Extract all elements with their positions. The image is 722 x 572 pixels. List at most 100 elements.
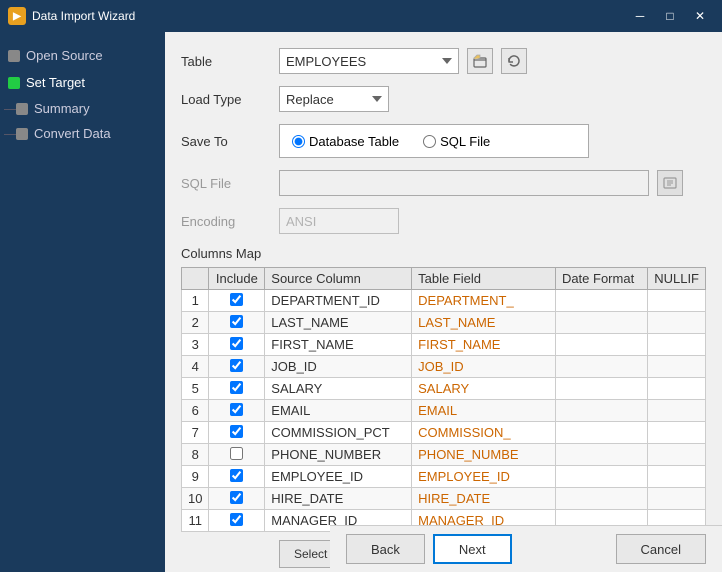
table-row: 7 COMMISSION_PCT COMMISSION_	[182, 422, 706, 444]
save-to-row: Save To Database Table SQL File	[181, 124, 706, 158]
include-checkbox[interactable]	[230, 315, 243, 328]
minimize-button[interactable]: ─	[626, 4, 654, 28]
include-checkbox[interactable]	[230, 469, 243, 482]
row-number: 1	[182, 290, 209, 312]
sql-file-input[interactable]	[279, 170, 649, 196]
include-checkbox-cell[interactable]	[209, 312, 265, 334]
col-header-include: Include	[209, 268, 265, 290]
row-number: 11	[182, 510, 209, 532]
table-row: 10 HIRE_DATE HIRE_DATE	[182, 488, 706, 510]
back-button[interactable]: Back	[346, 534, 425, 564]
include-checkbox[interactable]	[230, 447, 243, 460]
include-checkbox-cell[interactable]	[209, 334, 265, 356]
table-field-cell: LAST_NAME	[412, 312, 556, 334]
encoding-select[interactable]: ANSI UTF-8 UTF-16	[279, 208, 399, 234]
radio-db-table-label: Database Table	[309, 134, 399, 149]
include-checkbox-cell[interactable]	[209, 488, 265, 510]
folder-icon	[473, 54, 487, 68]
table-field-cell: HIRE_DATE	[412, 488, 556, 510]
sidebar-label-set-target: Set Target	[26, 75, 85, 90]
include-checkbox-cell[interactable]	[209, 422, 265, 444]
cancel-button[interactable]: Cancel	[616, 534, 706, 564]
date-format-cell	[555, 444, 647, 466]
nullif-cell	[648, 444, 706, 466]
load-type-row: Load Type Replace Append Truncate	[181, 86, 706, 112]
table-field-cell: PHONE_NUMBE	[412, 444, 556, 466]
row-number: 4	[182, 356, 209, 378]
date-format-cell	[555, 334, 647, 356]
nullif-cell	[648, 422, 706, 444]
row-number: 3	[182, 334, 209, 356]
sidebar-label-convert-data: Convert Data	[34, 126, 111, 141]
include-checkbox[interactable]	[230, 513, 243, 526]
radio-db-table[interactable]: Database Table	[292, 134, 399, 149]
source-column-cell: FIRST_NAME	[265, 334, 412, 356]
include-checkbox-cell[interactable]	[209, 466, 265, 488]
nullif-cell	[648, 290, 706, 312]
close-button[interactable]: ✕	[686, 4, 714, 28]
row-number: 9	[182, 466, 209, 488]
radio-sql-file-label: SQL File	[440, 134, 490, 149]
table-row: 4 JOB_ID JOB_ID	[182, 356, 706, 378]
include-checkbox[interactable]	[230, 337, 243, 350]
date-format-cell	[555, 290, 647, 312]
summary-indicator	[16, 103, 28, 115]
table-select[interactable]: EMPLOYEES	[279, 48, 459, 74]
col-header-field: Table Field	[412, 268, 556, 290]
main-container: Open Source Set Target Summary Convert D…	[0, 32, 722, 572]
table-field-cell: FIRST_NAME	[412, 334, 556, 356]
source-column-cell: DEPARTMENT_ID	[265, 290, 412, 312]
radio-sql-file[interactable]: SQL File	[423, 134, 490, 149]
sql-file-label: SQL File	[181, 176, 271, 191]
sidebar: Open Source Set Target Summary Convert D…	[0, 32, 165, 572]
table-row: Table EMPLOYEES	[181, 48, 706, 74]
include-checkbox[interactable]	[230, 491, 243, 504]
window-title: Data Import Wizard	[32, 9, 135, 23]
nullif-cell	[648, 466, 706, 488]
nullif-cell	[648, 400, 706, 422]
nullif-cell	[648, 312, 706, 334]
row-number: 8	[182, 444, 209, 466]
include-checkbox-cell[interactable]	[209, 290, 265, 312]
sidebar-item-convert-data[interactable]: Convert Data	[12, 121, 165, 146]
source-column-cell: COMMISSION_PCT	[265, 422, 412, 444]
include-checkbox[interactable]	[230, 381, 243, 394]
include-checkbox-cell[interactable]	[209, 400, 265, 422]
include-checkbox[interactable]	[230, 293, 243, 306]
include-checkbox-cell[interactable]	[209, 378, 265, 400]
sidebar-item-set-target[interactable]: Set Target	[0, 69, 165, 96]
row-number: 5	[182, 378, 209, 400]
table-icon-btn-1[interactable]	[467, 48, 493, 74]
next-button[interactable]: Next	[433, 534, 512, 564]
table-field-cell: EMPLOYEE_ID	[412, 466, 556, 488]
date-format-cell	[555, 378, 647, 400]
set-target-indicator	[8, 77, 20, 89]
source-column-cell: HIRE_DATE	[265, 488, 412, 510]
include-checkbox[interactable]	[230, 359, 243, 372]
content-area: Table EMPLOYEES	[165, 32, 722, 572]
browse-icon	[663, 176, 677, 190]
sidebar-item-open-source[interactable]: Open Source	[0, 42, 165, 69]
table-row: 8 PHONE_NUMBER PHONE_NUMBE	[182, 444, 706, 466]
include-checkbox-cell[interactable]	[209, 444, 265, 466]
sidebar-item-summary[interactable]: Summary	[12, 96, 165, 121]
table-icon-btn-2[interactable]	[501, 48, 527, 74]
maximize-button[interactable]: □	[656, 4, 684, 28]
col-header-num	[182, 268, 209, 290]
table-field-cell: JOB_ID	[412, 356, 556, 378]
window-controls: ─ □ ✕	[626, 4, 714, 28]
columns-map-section: Columns Map Include Source Column Table …	[181, 246, 706, 532]
save-to-box: Database Table SQL File	[279, 124, 589, 158]
include-checkbox[interactable]	[230, 425, 243, 438]
include-checkbox-cell[interactable]	[209, 510, 265, 532]
include-checkbox-cell[interactable]	[209, 356, 265, 378]
date-format-cell	[555, 400, 647, 422]
table-field-cell: EMAIL	[412, 400, 556, 422]
sql-file-browse-btn[interactable]	[657, 170, 683, 196]
load-type-select[interactable]: Replace Append Truncate	[279, 86, 389, 112]
date-format-cell	[555, 312, 647, 334]
title-bar-left: ▶ Data Import Wizard	[8, 7, 135, 25]
source-column-cell: JOB_ID	[265, 356, 412, 378]
include-checkbox[interactable]	[230, 403, 243, 416]
table-row: 6 EMAIL EMAIL	[182, 400, 706, 422]
